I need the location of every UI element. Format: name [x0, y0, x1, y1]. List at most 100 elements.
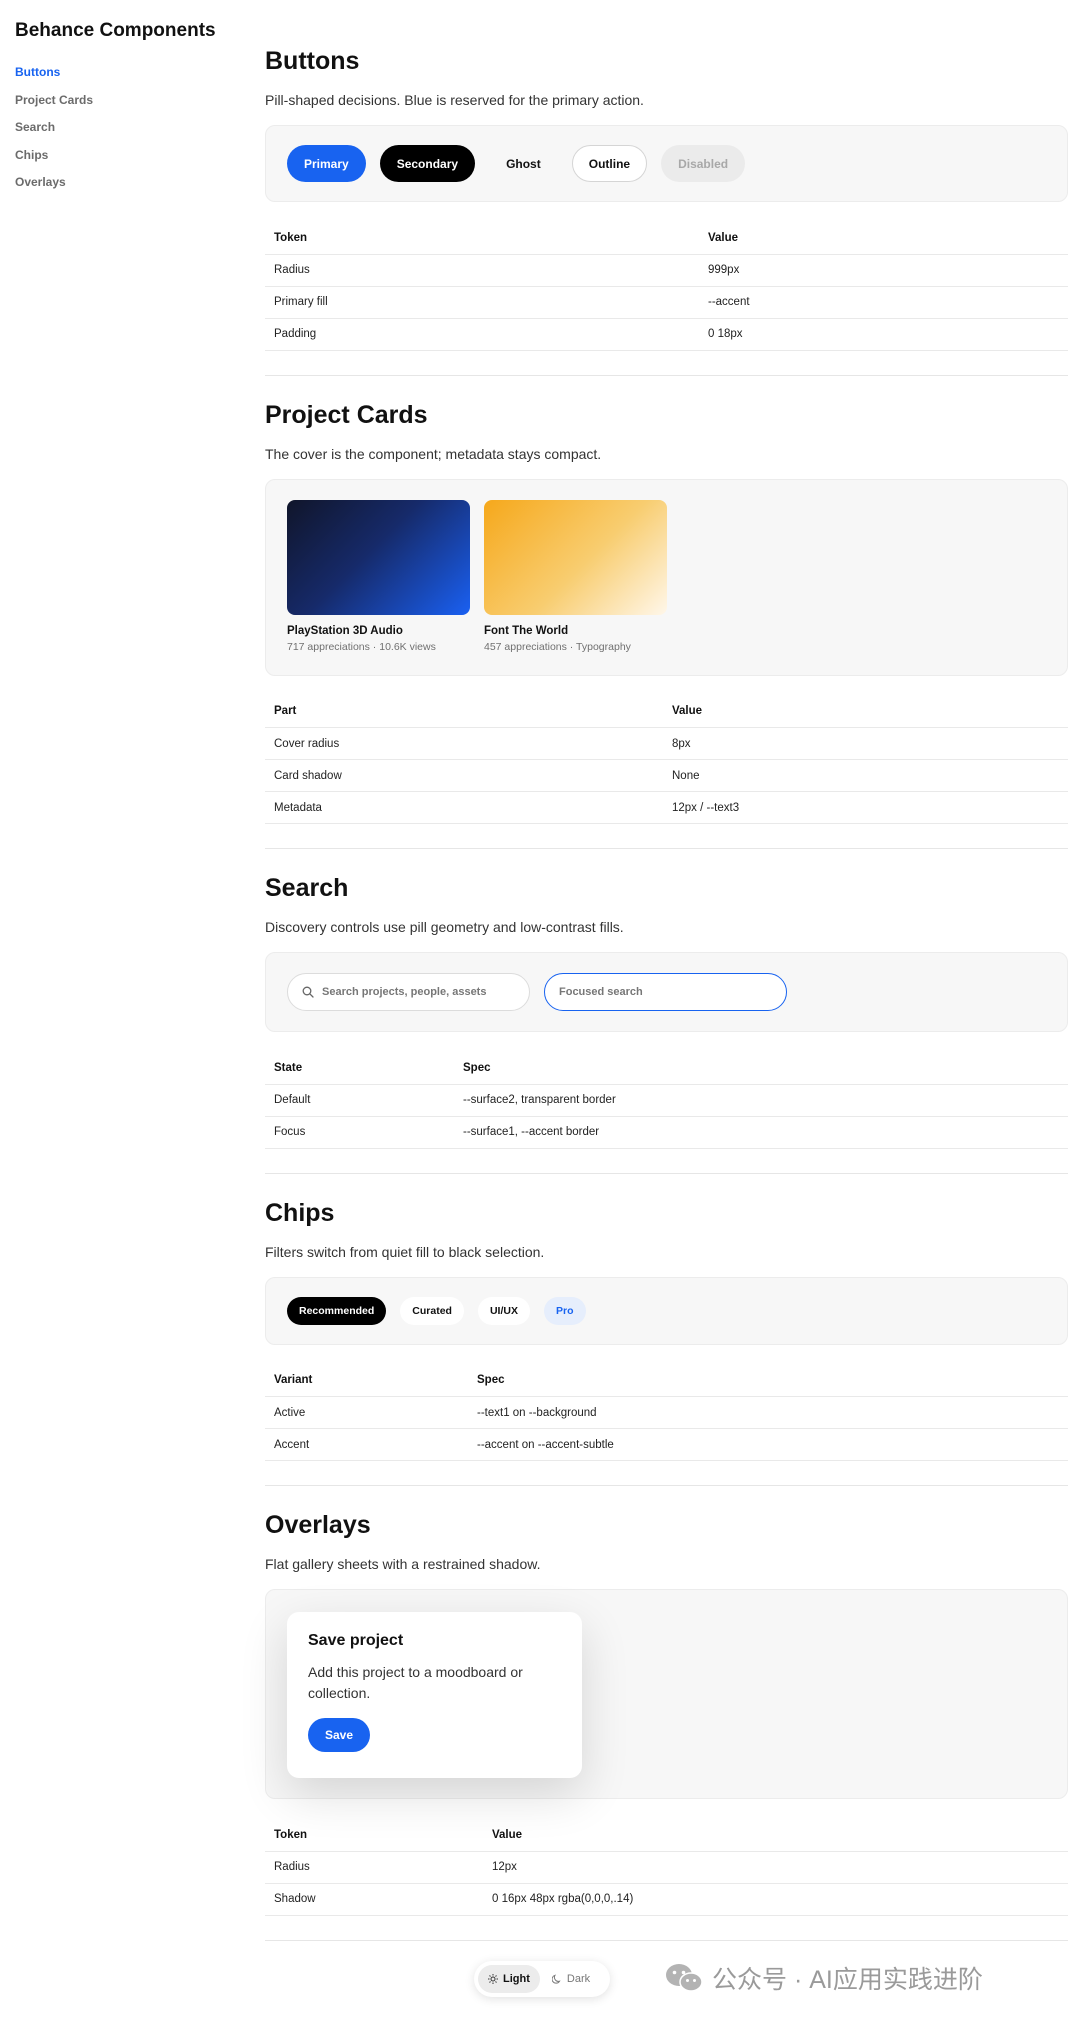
table-cell: 8px: [663, 727, 1068, 760]
search-spec-table: State Spec Default --surface2, transparen…: [265, 1052, 1068, 1149]
table-cell: Metadata: [265, 791, 663, 824]
chips-spec-table: Variant Spec Active --text1 on --backgrou…: [265, 1364, 1068, 1461]
project-title[interactable]: PlayStation 3D Audio: [287, 625, 470, 637]
table-row: Cover radius 8px: [265, 727, 1068, 760]
focused-search-input[interactable]: [559, 986, 749, 998]
disabled-button: Disabled: [661, 145, 746, 182]
table-header-row: Token Value: [265, 1819, 1068, 1852]
search-input[interactable]: [322, 986, 512, 998]
section-description: Flat gallery sheets with a restrained sh…: [265, 1556, 541, 1572]
chip-curated[interactable]: Curated: [400, 1296, 464, 1325]
project-card[interactable]: PlayStation 3D Audio 717 appreciations ·…: [287, 499, 470, 655]
buttons-spec-table: Token Value Radius 999px Primary fill --ac…: [265, 222, 1068, 351]
project-cover-image[interactable]: [287, 499, 470, 615]
chip-recommended[interactable]: Recommended: [287, 1296, 387, 1325]
buttons-section: Buttons Pill-shaped decisions. Blue is r…: [265, 0, 1068, 376]
section-title: Buttons: [265, 47, 360, 75]
watermark-text: 公众号 · AI应用实践进阶: [712, 1966, 983, 1994]
theme-switch: Light Dark: [474, 1961, 610, 1997]
section-title: Search: [265, 874, 349, 902]
project-title[interactable]: Font The World: [484, 625, 667, 637]
sheet-body: Add this project to a moodboard or colle…: [308, 1664, 523, 1701]
table-cell: Accent: [265, 1428, 468, 1461]
moon-icon: [551, 1974, 561, 1984]
table-row: Radius 12px: [265, 1851, 1068, 1884]
table-header: Value: [663, 695, 1068, 728]
sidebar-item-overlays[interactable]: Overlays: [15, 174, 235, 190]
table-cell: Padding: [265, 318, 699, 351]
table-row: Active --text1 on --background: [265, 1396, 1068, 1429]
overlays-spec-table: Token Value Radius 12px Shadow 0 16px 48px…: [265, 1819, 1068, 1916]
table-cell: --surface1, --accent border: [454, 1116, 1068, 1149]
table-cell: --accent: [699, 286, 1068, 319]
sidebar: Behance Components Buttons Project Cards…: [15, 18, 235, 202]
sheet-title: Save project: [308, 1632, 404, 1649]
table-header: Value: [483, 1819, 1068, 1852]
section-description: Pill-shaped decisions. Blue is reserved …: [265, 92, 644, 108]
sidebar-item-project-cards[interactable]: Project Cards: [15, 92, 235, 108]
theme-dark-label: Dark: [566, 1973, 591, 1985]
chip-pro[interactable]: Pro: [543, 1296, 586, 1325]
table-header: Part: [265, 695, 663, 728]
theme-dark-option[interactable]: Dark: [542, 1965, 600, 1993]
chip-ui-ux[interactable]: UI/UX: [477, 1296, 530, 1325]
brand-title: Behance Components: [15, 20, 216, 41]
search-default[interactable]: [287, 973, 530, 1011]
sidebar-item-buttons[interactable]: Buttons: [15, 64, 235, 80]
ghost-button[interactable]: Ghost: [489, 145, 558, 182]
project-cover-image[interactable]: [484, 499, 667, 615]
sidebar-item-search[interactable]: Search: [15, 119, 235, 135]
section-title: Overlays: [265, 1511, 371, 1539]
table-cell: Cover radius: [265, 727, 663, 760]
project-card[interactable]: Font The World 457 appreciations · Typog…: [484, 499, 667, 655]
search-demo-panel: [265, 952, 1068, 1032]
table-cell: 0 16px 48px rgba(0,0,0,.14): [483, 1883, 1068, 1916]
table-header-row: Variant Spec: [265, 1364, 1068, 1397]
section-description: Discovery controls use pill geometry and…: [265, 919, 624, 935]
table-row: Default --surface2, transparent border: [265, 1084, 1068, 1117]
sidebar-item-chips[interactable]: Chips: [15, 147, 235, 163]
table-header-row: State Spec: [265, 1052, 1068, 1085]
table-row: Radius 999px: [265, 254, 1068, 287]
table-row: Padding 0 18px: [265, 318, 1068, 351]
table-cell: --surface2, transparent border: [454, 1084, 1068, 1117]
table-cell: Shadow: [265, 1883, 483, 1916]
table-header: Value: [699, 222, 1068, 255]
theme-light-option[interactable]: Light: [478, 1965, 540, 1993]
chips-section: Chips Filters switch from quiet fill to …: [265, 1174, 1068, 1486]
wechat-icon: [666, 1964, 703, 1992]
save-project-sheet: Save project Add this project to a moodb…: [287, 1612, 582, 1778]
main-content: Buttons Pill-shaped decisions. Blue is r…: [265, 0, 1068, 1941]
table-row: Focus --surface1, --accent border: [265, 1116, 1068, 1149]
table-cell: Card shadow: [265, 759, 663, 792]
table-cell: --text1 on --background: [468, 1396, 1068, 1429]
table-cell: Default: [265, 1084, 454, 1117]
table-cell: 0 18px: [699, 318, 1068, 351]
section-title: Project Cards: [265, 400, 428, 429]
table-header: Token: [265, 1819, 483, 1852]
save-button[interactable]: Save: [308, 1718, 371, 1752]
table-row: Primary fill --accent: [265, 286, 1068, 319]
table-cell: None: [663, 759, 1068, 792]
section-description: The cover is the component; metadata sta…: [265, 445, 602, 462]
table-header: State: [265, 1052, 454, 1085]
cards-spec-table: Part Value Cover radius 8px Card shadow No…: [265, 695, 1068, 824]
table-row: Accent --accent on --accent-subtle: [265, 1428, 1068, 1461]
section-title: Chips: [265, 1198, 335, 1227]
table-cell: Active: [265, 1396, 468, 1429]
outline-button[interactable]: Outline: [571, 145, 648, 182]
primary-button[interactable]: Primary: [287, 145, 366, 182]
table-cell: Primary fill: [265, 286, 699, 319]
table-cell: --accent on --accent-subtle: [468, 1428, 1068, 1461]
section-divider: [265, 1939, 1068, 1941]
project-meta: 457 appreciations · Typography: [484, 640, 631, 653]
table-header: Spec: [468, 1364, 1068, 1397]
table-cell: 12px: [483, 1851, 1068, 1884]
buttons-demo-panel: Primary Secondary Ghost Outline Disabled: [265, 125, 1068, 202]
table-row: Card shadow None: [265, 759, 1068, 792]
search-focused[interactable]: [544, 973, 787, 1011]
table-cell: Radius: [265, 254, 699, 287]
secondary-button[interactable]: Secondary: [379, 145, 476, 182]
table-header: Variant: [265, 1364, 468, 1397]
table-cell: Radius: [265, 1851, 483, 1884]
